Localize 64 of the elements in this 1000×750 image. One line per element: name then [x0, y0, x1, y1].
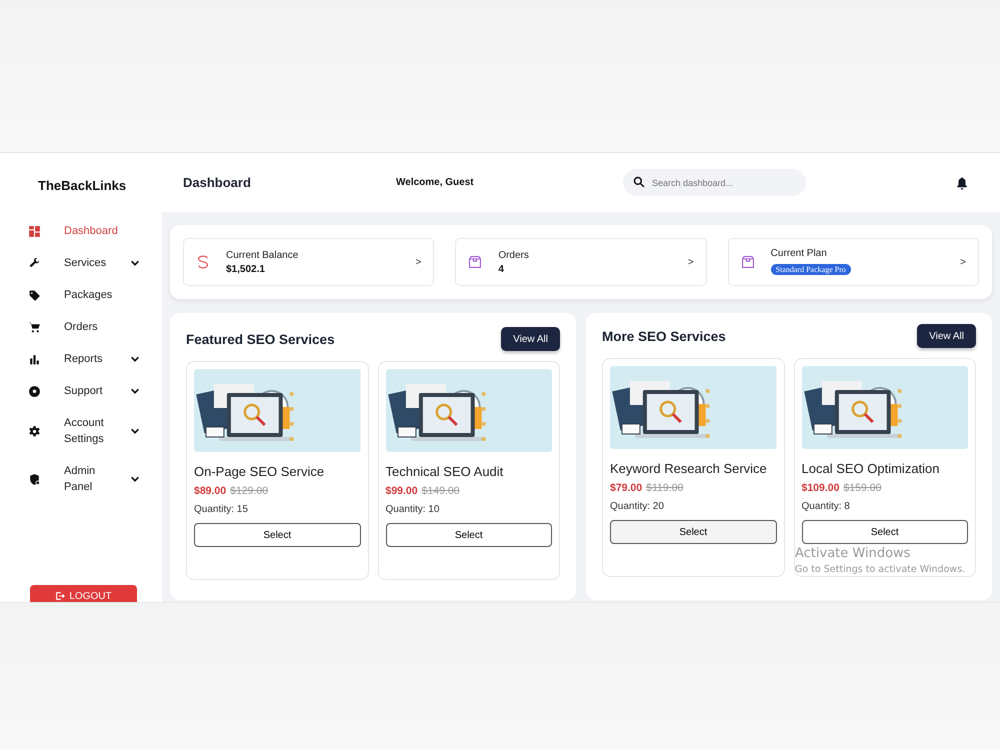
stat-card[interactable]: Current Balance $1,502.1 >	[183, 238, 434, 286]
sidebar-item[interactable]: Support	[0, 375, 162, 407]
welcome-text: Welcome, Guest	[396, 177, 475, 188]
stat-label: Current Balance	[226, 250, 300, 260]
product-price: $99.00	[386, 485, 418, 497]
product-name: Technical SEO Audit	[386, 464, 504, 479]
tag-icon	[28, 288, 41, 302]
product-name: Keyword Research Service	[610, 461, 768, 476]
stat-label: Current Plan	[770, 248, 828, 258]
select-button[interactable]: Select	[610, 520, 776, 544]
sidebar-item[interactable]: Account Settings	[0, 407, 162, 455]
dollar-icon	[196, 254, 210, 270]
original-price: $159.00	[843, 482, 882, 494]
shield-icon	[28, 472, 41, 486]
logout-icon	[55, 591, 66, 601]
settings-icon	[28, 424, 41, 438]
product-price: $89.00	[194, 485, 226, 497]
product-price: $109.00	[802, 482, 840, 494]
product-quantity: Quantity: 10	[386, 504, 440, 515]
plan-badge: Standard Package Pro	[770, 264, 851, 274]
section-title: Featured SEO Services	[186, 332, 335, 346]
brand-logo: TheBackLinks	[37, 177, 128, 195]
select-button[interactable]: Select	[802, 520, 968, 544]
original-price: $149.00	[422, 485, 460, 497]
bar-chart-icon	[28, 352, 41, 366]
activation-title: Activate Windows	[795, 546, 912, 561]
wrench-icon	[28, 256, 41, 270]
product-quantity: Quantity: 20	[610, 501, 665, 512]
sidebar-item[interactable]: Reports	[0, 343, 162, 375]
sidebar-item[interactable]: Services	[0, 247, 162, 279]
select-button[interactable]: Select	[194, 523, 360, 547]
sidebar-item[interactable]: Packages	[0, 279, 162, 311]
dashboard-icon	[28, 224, 41, 238]
product-quantity: Quantity: 8	[802, 501, 851, 512]
view-all-button[interactable]: View All	[501, 327, 560, 351]
stat-value: 4	[498, 264, 505, 274]
activation-text: Go to Settings to activate Windows.	[795, 564, 966, 575]
section-title: More SEO Services	[602, 328, 726, 344]
product-quantity: Quantity: 15	[194, 504, 249, 515]
product-name: Local SEO Optimization	[802, 461, 941, 476]
view-all-button[interactable]: View All	[917, 324, 976, 348]
arrow-icon: >	[415, 256, 422, 268]
stat-card[interactable]: Orders 4 >	[455, 238, 707, 286]
stat-value: $1,502.1	[226, 264, 266, 274]
sidebar-item[interactable]: Orders	[0, 311, 162, 343]
page-title: Dashboard	[183, 175, 252, 190]
bell-icon[interactable]	[955, 176, 969, 190]
arrow-icon: >	[960, 256, 966, 268]
stat-label: Orders	[498, 250, 530, 260]
select-button[interactable]: Select	[386, 523, 552, 547]
sidebar-item[interactable]: Admin Panel	[0, 455, 162, 503]
box-icon	[468, 254, 482, 270]
support-icon	[28, 384, 41, 398]
arrow-icon: >	[688, 256, 694, 268]
cart-icon	[28, 320, 41, 334]
original-price: $119.00	[646, 482, 684, 494]
box-icon	[740, 254, 755, 270]
search-field[interactable]: Search dashboard...	[623, 169, 806, 196]
stat-card[interactable]: Current Plan Standard Package Pro >	[728, 238, 979, 286]
logout-button[interactable]: LOGOUT	[30, 585, 137, 602]
product-price: $79.00	[610, 482, 642, 494]
original-price: $129.00	[230, 485, 268, 497]
sidebar-item[interactable]: Dashboard	[0, 215, 162, 247]
product-name: On-Page SEO Service	[194, 464, 326, 479]
